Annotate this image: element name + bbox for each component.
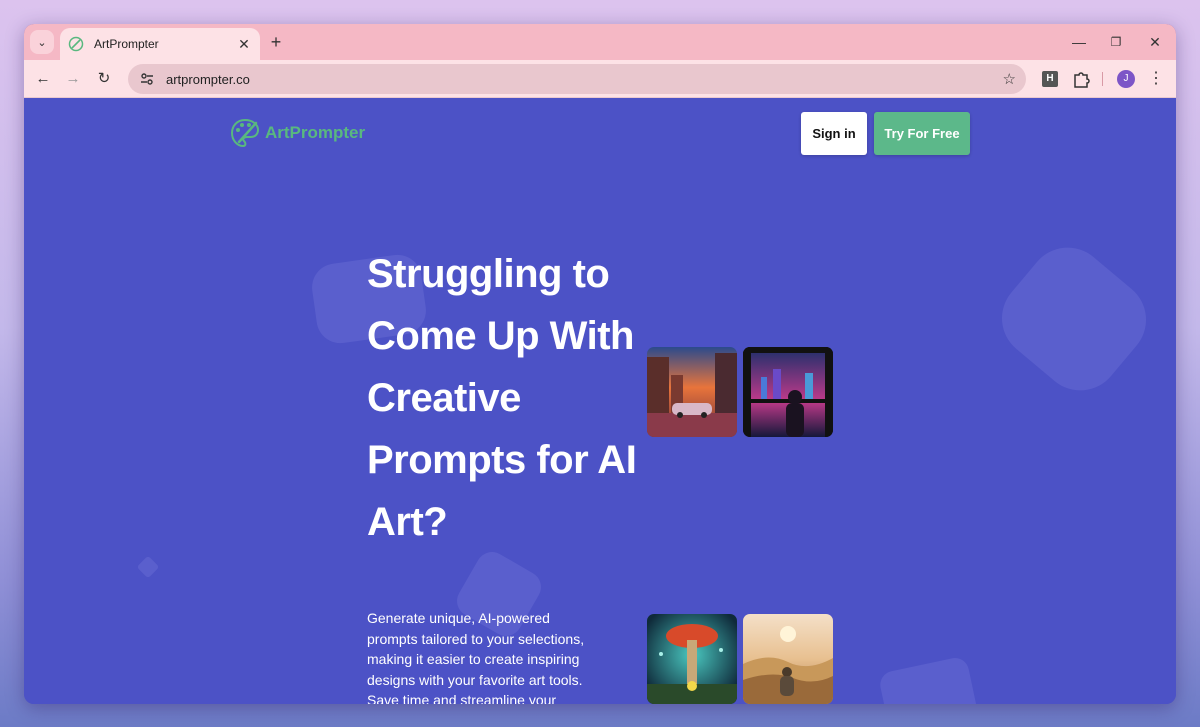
tab-strip: ⌄ ArtPrompter ✕ + — ❐ ✕ [24, 24, 1176, 60]
page-content: ArtPrompter Sign in Try For Free Struggl… [24, 99, 1176, 704]
tab-close-icon[interactable]: ✕ [236, 36, 252, 53]
reload-icon[interactable]: ↻ [93, 68, 115, 90]
gallery-image-city-car [647, 347, 737, 437]
window-close-icon[interactable]: ✕ [1145, 32, 1165, 52]
gallery-image-neon-city [743, 347, 833, 437]
tab-search-chevron-icon[interactable]: ⌄ [30, 30, 54, 54]
minimize-icon[interactable]: — [1069, 32, 1089, 52]
address-bar[interactable]: artprompter.co ☆ [128, 64, 1026, 94]
decorative-blob [877, 655, 981, 704]
decorative-blob [136, 555, 160, 579]
back-arrow-icon[interactable]: ← [32, 68, 54, 90]
site-logo[interactable]: ArtPrompter [229, 117, 365, 149]
bookmark-star-icon[interactable]: ☆ [1003, 70, 1016, 88]
palette-brush-icon [230, 118, 260, 148]
new-tab-plus-icon[interactable]: + [266, 32, 286, 52]
tab-title: ArtPrompter [94, 37, 159, 51]
browser-window: ⌄ ArtPrompter ✕ + — ❐ ✕ ← → ↻ artprompte… [24, 24, 1176, 704]
decorative-blob [985, 231, 1163, 407]
browser-menu-icon[interactable]: ⋮ [1148, 68, 1164, 90]
hero-title: Struggling to Come Up With Creative Prom… [367, 252, 637, 544]
tab-artprompter[interactable]: ArtPrompter ✕ [60, 28, 260, 60]
extensions-puzzle-icon[interactable] [1070, 68, 1092, 90]
url-text: artprompter.co [166, 71, 250, 87]
logo-text: ArtPrompter [265, 123, 366, 142]
browser-toolbar: ← → ↻ artprompter.co ☆ H J ⋮ [24, 60, 1176, 98]
palette-icon [68, 36, 84, 52]
toolbar-separator [1102, 72, 1103, 86]
gallery-image-mushroom-forest [647, 614, 737, 704]
hero-description: Generate unique, AI-powered prompts tail… [367, 610, 585, 704]
forward-arrow-icon[interactable]: → [62, 68, 84, 90]
site-settings-icon[interactable] [138, 70, 156, 88]
gallery-image-hiker-valley [743, 614, 833, 704]
sign-in-button[interactable]: Sign in [801, 112, 867, 155]
restore-icon[interactable]: ❐ [1106, 32, 1126, 52]
profile-avatar[interactable]: J [1117, 70, 1135, 88]
try-for-free-button[interactable]: Try For Free [874, 112, 970, 155]
extension-h-icon[interactable]: H [1042, 71, 1058, 87]
